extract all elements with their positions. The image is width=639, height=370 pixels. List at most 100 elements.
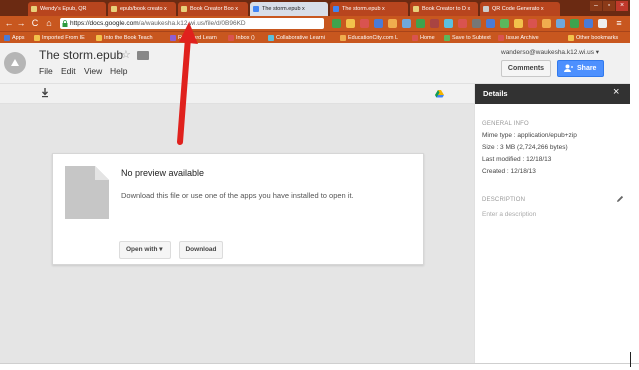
drive-logo-icon[interactable] (4, 52, 26, 74)
extension-icon[interactable] (556, 19, 565, 28)
extension-icon[interactable] (472, 19, 481, 28)
tab-5[interactable]: The storm.epub x (330, 2, 408, 16)
viewer-toolbar (0, 84, 474, 104)
share-button[interactable]: Share (557, 60, 604, 77)
extension-icon[interactable] (458, 19, 467, 28)
tab-label: QR Code Generato x (492, 6, 544, 12)
account-email[interactable]: wanderso@waukesha.k12.wi.us ▾ (501, 48, 599, 56)
pencil-icon[interactable] (616, 195, 624, 203)
chevron-down-icon: ▾ (159, 246, 163, 253)
extension-icon[interactable] (388, 19, 397, 28)
extension-icon[interactable] (360, 19, 369, 28)
extension-icon[interactable] (570, 19, 579, 28)
general-info-heading: GENERAL INFO (482, 121, 529, 127)
tab-6[interactable]: Book Creator to D x (410, 2, 478, 16)
extension-icon[interactable] (402, 19, 411, 28)
mime-type: Mime type : application/epub+zip (482, 132, 577, 139)
url-path: /a/waukesha.k12.wi.us/file/d/0B96KD (138, 20, 246, 27)
extension-icon[interactable] (500, 19, 509, 28)
bookmark-label: EducationCity.com L (348, 35, 399, 41)
open-with-button[interactable]: Open with ▾ (119, 241, 171, 259)
forward-icon[interactable]: → (16, 18, 26, 29)
back-icon[interactable]: ← (4, 18, 14, 29)
address-bar[interactable]: https://docs.google.com/a/waukesha.k12.w… (60, 18, 324, 29)
home-icon[interactable]: ⌂ (44, 18, 54, 29)
tab-favicon (31, 6, 37, 12)
extension-icon[interactable] (598, 19, 607, 28)
menu-file[interactable]: File (39, 66, 53, 76)
bookmark-icon (412, 35, 418, 41)
tab-favicon (413, 6, 419, 12)
comments-button[interactable]: Comments (501, 60, 551, 77)
star-icon[interactable]: ☆ (121, 48, 131, 61)
created-date: Created : 12/18/13 (482, 168, 536, 175)
bookmark-label: Other bookmarks (576, 35, 619, 41)
bookmark-label: Imported From IE (42, 35, 85, 41)
open-with-app-icon[interactable] (435, 89, 444, 98)
extension-icon[interactable] (374, 19, 383, 28)
bookmark-label: Save to Subtext (452, 35, 491, 41)
menu-edit[interactable]: Edit (61, 66, 76, 76)
bookmarks-bar: Apps Imported From IE Into the Book Teac… (0, 31, 630, 43)
lock-icon (62, 20, 68, 27)
extension-icon[interactable] (514, 19, 523, 28)
details-header: Details × (475, 84, 630, 104)
tab-4-active[interactable]: The storm.epub x (250, 2, 328, 16)
tab-label: Book Creator to D x (422, 6, 471, 12)
tab-2[interactable]: epub/book creato x (108, 2, 176, 16)
extension-icon[interactable] (584, 19, 593, 28)
account-email-text: wanderso@waukesha.k12.wi.us (501, 49, 594, 56)
bookmark-label: Rd Board Learn (178, 35, 217, 41)
file-size: Size : 3 MB (2,724,266 bytes) (482, 144, 568, 151)
share-label: Share (577, 65, 597, 72)
bookmark-label: Home (420, 35, 435, 41)
last-modified: Last modified : 12/18/13 (482, 156, 552, 163)
tab-favicon (333, 6, 339, 12)
tab-3[interactable]: Book Creator Boo x (178, 2, 248, 16)
bookmark-label: Collaborative Learni (276, 35, 325, 41)
extension-icon[interactable] (416, 19, 425, 28)
close-icon[interactable]: × (613, 86, 619, 98)
chevron-down-icon: ▾ (595, 49, 600, 56)
apps-icon (4, 35, 10, 41)
reload-icon[interactable]: C (30, 18, 40, 29)
tab-favicon (181, 6, 187, 12)
bookmark-icon (340, 35, 346, 41)
tab-label: Book Creator Boo x (190, 6, 238, 12)
download-arrow-icon[interactable] (41, 88, 49, 98)
menu-icon[interactable]: ≡ (614, 18, 624, 29)
text-cursor (630, 352, 631, 367)
extension-icon[interactable] (430, 19, 439, 28)
no-preview-title: No preview available (121, 168, 205, 178)
taskbar (0, 363, 639, 370)
folder-icon[interactable] (137, 51, 149, 60)
extension-icon[interactable] (486, 19, 495, 28)
url-host: https://docs.google.com (70, 20, 139, 27)
extension-icon[interactable] (528, 19, 537, 28)
extension-icon[interactable] (346, 19, 355, 28)
tab-strip: Wendy's Epub, QR epub/book creato x Book… (0, 0, 630, 16)
tab-label: The storm.epub x (342, 6, 385, 12)
download-button[interactable]: Download (179, 241, 223, 259)
tab-favicon (253, 6, 259, 12)
menu-help[interactable]: Help (110, 66, 127, 76)
description-input[interactable]: Enter a description (482, 211, 536, 218)
tab-1[interactable]: Wendy's Epub, QR (28, 2, 106, 16)
description-heading: DESCRIPTION (482, 197, 526, 203)
tab-label: Wendy's Epub, QR (40, 6, 87, 12)
no-preview-card: No preview available Download this file … (52, 153, 424, 265)
extension-icon[interactable] (444, 19, 453, 28)
maximize-icon[interactable]: ▫ (603, 1, 615, 11)
minimize-icon[interactable]: – (590, 1, 602, 11)
details-panel: Details × GENERAL INFO Mime type : appli… (474, 84, 630, 363)
close-window-icon[interactable]: × (616, 1, 628, 11)
generic-file-icon (65, 166, 109, 219)
extension-icon[interactable] (332, 19, 341, 28)
bookmark-label: Apps (12, 35, 25, 41)
extension-icon[interactable] (542, 19, 551, 28)
document-title[interactable]: The storm.epub (39, 48, 123, 62)
bookmark-label: Issue Archive (506, 35, 539, 41)
tab-label: The storm.epub x (262, 6, 305, 12)
tab-7[interactable]: QR Code Generato x (480, 2, 560, 16)
menu-view[interactable]: View (84, 66, 102, 76)
